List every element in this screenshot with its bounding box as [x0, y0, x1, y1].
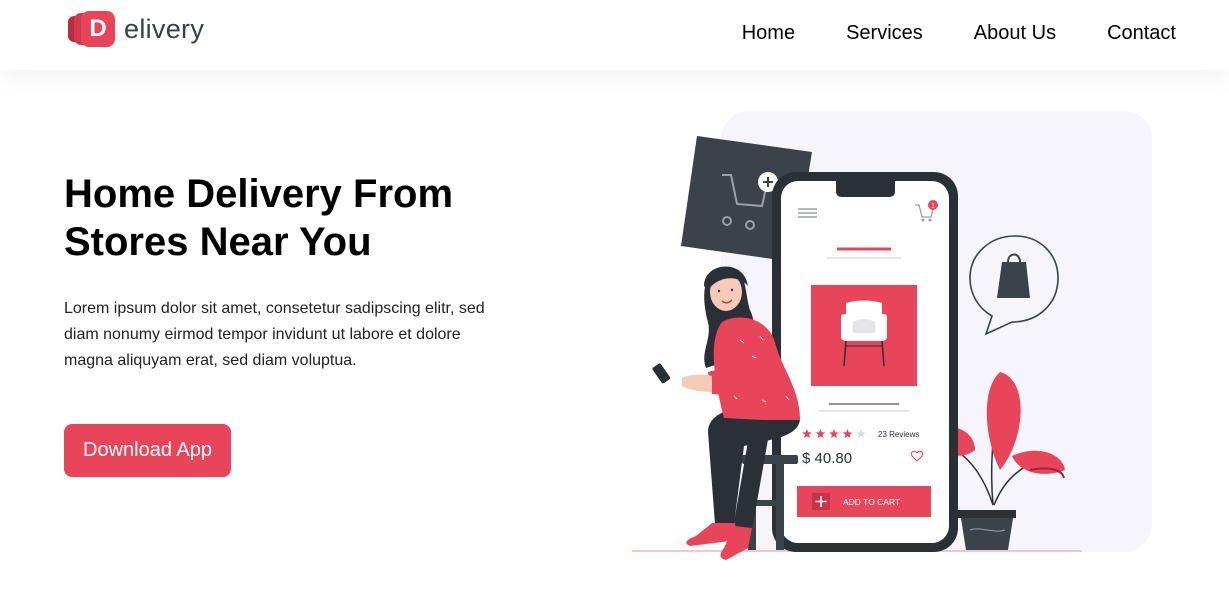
- main-nav: Home Services About Us Contact: [742, 20, 1176, 46]
- logo[interactable]: D elivery: [67, 10, 204, 48]
- logo-letter: D: [81, 11, 115, 47]
- product-price: $ 40.80: [802, 450, 852, 467]
- nav-home[interactable]: Home: [742, 20, 795, 46]
- product-image-chair: [811, 285, 917, 386]
- logo-badge-icon: D: [67, 10, 117, 48]
- hero-description: Lorem ipsum dolor sit amet, consetetur s…: [64, 300, 485, 369]
- phone-mockup: 1 23 Reviews $ 40.80 ADD TO CART: [772, 172, 958, 552]
- review-count: 23 Reviews: [878, 430, 919, 439]
- download-app-button[interactable]: Download App: [64, 424, 231, 477]
- nav-services[interactable]: Services: [846, 20, 923, 46]
- add-to-cart-label: ADD TO CART: [843, 497, 900, 507]
- hero-title: Home Delivery From Stores Near You: [64, 172, 454, 264]
- navbar: D elivery Home Services About Us Contact: [0, 0, 1229, 70]
- nav-about-us[interactable]: About Us: [974, 20, 1056, 46]
- add-to-cart-button-graphic: ADD TO CART: [797, 486, 931, 517]
- nav-contact[interactable]: Contact: [1107, 20, 1176, 46]
- hero-illustration: 1 23 Reviews $ 40.80 ADD TO CART: [632, 111, 1152, 560]
- logo-text: elivery: [124, 13, 205, 44]
